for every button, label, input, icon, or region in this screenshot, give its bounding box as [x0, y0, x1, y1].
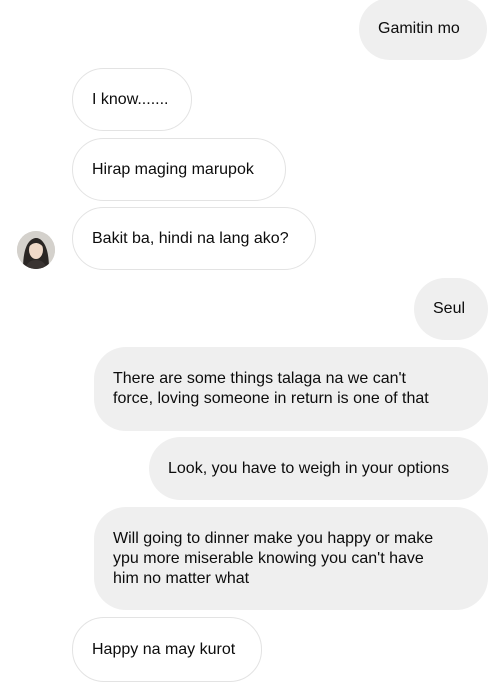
message-text: Hirap maging marupok	[92, 160, 254, 178]
message-text: I know.......	[92, 90, 169, 108]
message-bubble-received[interactable]: Hirap maging marupok	[72, 138, 286, 201]
message-bubble-received[interactable]: I know.......	[72, 68, 192, 131]
message-text: Look, you have to weigh in your options	[168, 459, 450, 477]
message-bubble-sent[interactable]: Gamitin mo	[359, 0, 487, 60]
contact-avatar[interactable]	[17, 231, 55, 269]
message-text: Happy na may kurot	[92, 640, 236, 658]
avatar-photo-icon	[17, 231, 55, 269]
message-text: Seul	[433, 300, 466, 317]
message-text: Bakit ba, hindi na lang ako?	[92, 229, 289, 247]
message-bubble-sent[interactable]: There are some things talaga na we can't…	[94, 347, 488, 431]
message-text: Will going to dinner make you happy or m…	[113, 529, 434, 587]
message-text: Gamitin mo	[378, 20, 460, 37]
message-bubble-sent[interactable]: Seul	[414, 278, 488, 340]
message-bubble-sent[interactable]: Will going to dinner make you happy or m…	[94, 507, 488, 610]
message-text: There are some things talaga na we can't…	[113, 370, 429, 407]
message-bubble-received[interactable]: Happy na may kurot	[72, 617, 262, 682]
message-bubble-received[interactable]: Bakit ba, hindi na lang ako?	[72, 207, 316, 270]
message-bubble-sent[interactable]: Look, you have to weigh in your options	[149, 437, 488, 500]
